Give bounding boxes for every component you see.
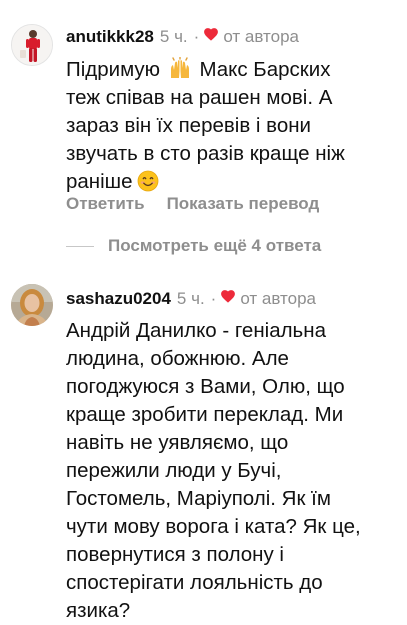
comment-line: зараз він їх перевів і вони bbox=[66, 114, 311, 137]
show-translation-button[interactable]: Показать перевод bbox=[167, 194, 320, 214]
comment-line: Підримую Макс Барских bbox=[66, 56, 396, 84]
heart-icon bbox=[204, 28, 219, 46]
comment-line: спостерігати лояльність до bbox=[66, 571, 323, 594]
comment-actions: Ответить Показать перевод bbox=[66, 194, 319, 214]
liked-by-author-label: от автора bbox=[223, 27, 299, 46]
view-more-replies-label: Посмотреть ещё 4 ответа bbox=[108, 236, 322, 255]
raising-hands-emoji-icon bbox=[168, 56, 192, 79]
comment-line: навіть не уявляємо, що bbox=[66, 431, 289, 454]
avatar[interactable] bbox=[11, 284, 53, 326]
comment-line: повернутися з полону і bbox=[66, 543, 284, 566]
comment-line: раніше bbox=[66, 168, 396, 196]
comment-line: Гостомель, Маріуполі. Як їм bbox=[66, 487, 331, 510]
avatar[interactable] bbox=[11, 24, 53, 66]
username[interactable]: sashazu0204 bbox=[66, 289, 171, 309]
timestamp: 5 ч. bbox=[176, 289, 205, 308]
separator-dot: · bbox=[210, 289, 217, 308]
timestamp: 5 ч. bbox=[159, 27, 188, 46]
divider-line bbox=[66, 245, 94, 247]
comment-line: чути мову ворога і ката? Як це, bbox=[66, 515, 361, 538]
comment-line: звучать в сто разів краще ніж bbox=[66, 142, 345, 165]
comment-line: пережили люди у Бучі, bbox=[66, 459, 282, 482]
comment-line: язика? bbox=[66, 599, 131, 622]
comment-meta: sashazu0204 5 ч. · от автора bbox=[66, 286, 316, 312]
comment-line: погоджуюся з Вами, Олю, що bbox=[66, 375, 345, 398]
comment-line: краще зробити переклад. Ми bbox=[66, 403, 344, 426]
comment-line-part: Підримую bbox=[66, 58, 166, 81]
reply-button[interactable]: Ответить bbox=[66, 194, 145, 214]
comment-meta: anutikkk28 5 ч. · от автора bbox=[66, 24, 299, 50]
separator-dot: · bbox=[193, 27, 200, 46]
liked-by-author-label: от автора bbox=[240, 289, 317, 308]
comment-line-part: раніше bbox=[66, 170, 133, 193]
avatar-image bbox=[12, 25, 52, 65]
comment-line: людина, обожнюю. Але bbox=[66, 347, 289, 370]
comment-line: Андрій Данилко - геніальна bbox=[66, 319, 326, 342]
comment-line: теж співав на рашен мові. А bbox=[66, 86, 333, 109]
avatar-image bbox=[11, 284, 53, 326]
view-more-replies-button[interactable]: Посмотреть ещё 4 ответа bbox=[66, 236, 321, 256]
smiling-face-emoji-icon bbox=[137, 170, 159, 192]
heart-icon bbox=[221, 290, 236, 308]
comment-text: Андрій Данилко - геніальна людина, обожн… bbox=[66, 317, 396, 625]
username[interactable]: anutikkk28 bbox=[66, 27, 154, 47]
comment-text: Підримую Макс Барских теж співав на раше… bbox=[66, 56, 396, 196]
comment-line-part: Макс Барских bbox=[193, 58, 331, 81]
